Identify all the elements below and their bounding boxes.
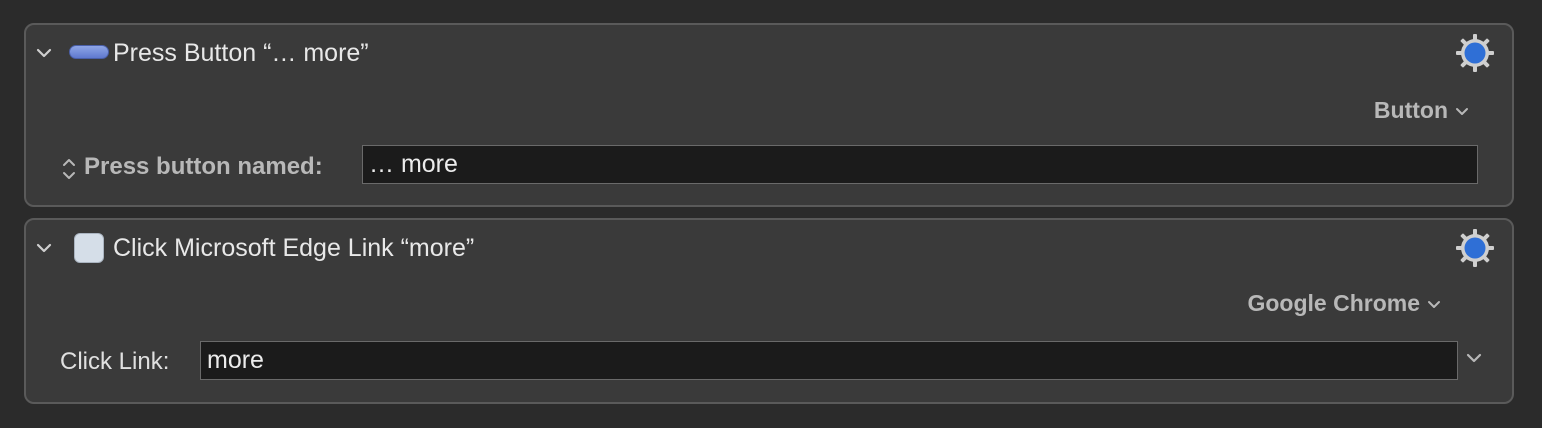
action-title: Press Button “… more” (113, 39, 369, 67)
field-label: Click Link: (60, 348, 170, 375)
action-title: Click Microsoft Edge Link “more” (113, 234, 475, 262)
action-press-button[interactable]: Press Button “… more” Button Press butto… (24, 23, 1514, 207)
target-popup-label: Button (1373, 97, 1448, 123)
chevron-down-icon[interactable] (1464, 348, 1484, 368)
chevron-down-icon[interactable] (34, 43, 54, 63)
field-label: Press button named: (84, 153, 323, 180)
up-down-arrows-icon[interactable] (60, 155, 78, 183)
browser-popup-label: Google Chrome (1247, 290, 1420, 316)
chevron-down-icon (1428, 300, 1440, 308)
target-popup[interactable]: Button (1374, 97, 1470, 124)
browser-popup[interactable]: Google Chrome (1247, 290, 1442, 317)
action-click-link[interactable]: Click Microsoft Edge Link “more” Google … (24, 218, 1514, 404)
gear-icon[interactable] (1454, 32, 1496, 74)
link-icon (74, 233, 104, 263)
chevron-down-icon[interactable] (34, 238, 54, 258)
button-name-field[interactable]: … more (362, 145, 1478, 184)
button-icon (69, 45, 109, 59)
link-text-field[interactable]: more (200, 341, 1458, 380)
gear-icon[interactable] (1454, 227, 1496, 269)
chevron-down-icon (1456, 107, 1468, 115)
